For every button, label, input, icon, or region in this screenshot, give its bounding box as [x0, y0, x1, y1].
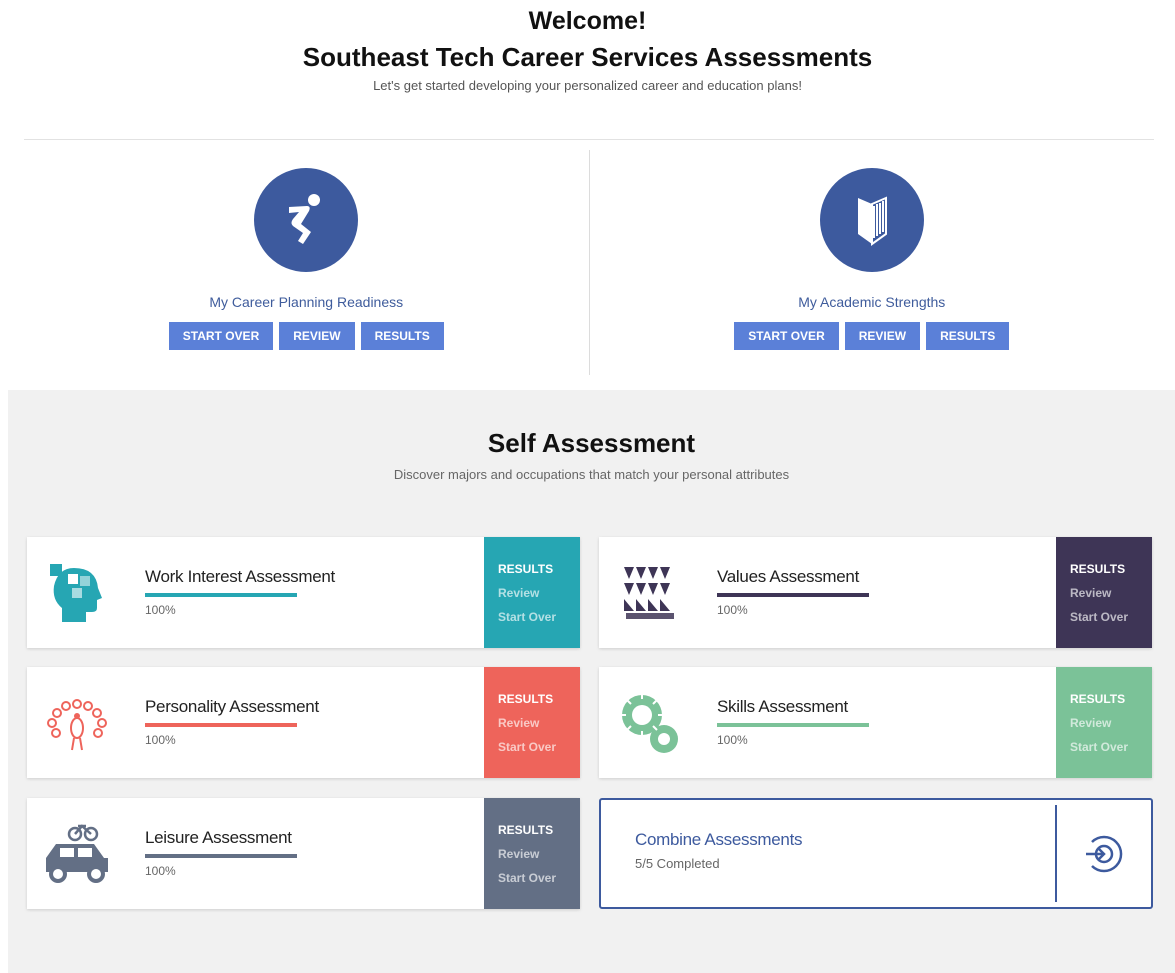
results-link[interactable]: RESULTS	[1070, 687, 1152, 711]
academic-strengths-card: My Academic Strengths START OVER REVIEW …	[588, 150, 1155, 375]
combine-status: 5/5 Completed	[635, 856, 720, 871]
page-subtitle: Let's get started developing your person…	[373, 78, 802, 93]
start-over-link[interactable]: Start Over	[498, 866, 580, 890]
start-over-button[interactable]: START OVER	[168, 322, 274, 350]
progress-fill	[145, 723, 297, 727]
card-title[interactable]: Values Assessment	[717, 567, 1056, 587]
career-readiness-card: My Career Planning Readiness START OVER …	[24, 150, 589, 375]
progress-bar	[717, 723, 869, 727]
progress-fill	[717, 723, 869, 727]
review-link[interactable]: Review	[1070, 581, 1152, 605]
career-readiness-actions: START OVER REVIEW RESULTS	[24, 322, 589, 350]
progress-fill	[145, 854, 297, 858]
results-link[interactable]: RESULTS	[1070, 557, 1152, 581]
self-assessment-subtitle: Discover majors and occupations that mat…	[393, 467, 790, 482]
values-card: Values Assessment 100% RESULTS Review St…	[599, 537, 1152, 648]
start-over-link[interactable]: Start Over	[1070, 605, 1152, 629]
results-button[interactable]: RESULTS	[926, 322, 1010, 350]
progress-bar	[717, 593, 869, 597]
start-over-link[interactable]: Start Over	[498, 735, 580, 759]
personality-card: Personality Assessment 100% RESULTS Revi…	[27, 667, 580, 778]
progress-bar	[145, 593, 297, 597]
leisure-card: Leisure Assessment 100% RESULTS Review S…	[27, 798, 580, 909]
car-bike-icon	[27, 798, 127, 909]
welcome-heading: Welcome!	[528, 7, 647, 35]
progress-percent: 100%	[145, 603, 176, 617]
start-over-link[interactable]: Start Over	[498, 605, 580, 629]
start-over-link[interactable]: Start Over	[1070, 735, 1152, 759]
start-over-button[interactable]: START OVER	[734, 322, 839, 350]
card-actions: RESULTS Review Start Over	[484, 798, 580, 909]
gears-icon	[599, 667, 699, 778]
results-link[interactable]: RESULTS	[498, 687, 580, 711]
puzzle-head-icon	[27, 537, 127, 648]
combine-title[interactable]: Combine Assessments	[635, 830, 1055, 850]
page-title: Southeast Tech Career Services Assessmen…	[302, 42, 873, 72]
combine-assessments-card[interactable]: Combine Assessments 5/5 Completed	[599, 798, 1153, 909]
card-actions: RESULTS Review Start Over	[1056, 667, 1152, 778]
card-title[interactable]: Work Interest Assessment	[145, 567, 484, 587]
enter-circle-icon[interactable]	[1057, 800, 1151, 907]
work-interest-card: Work Interest Assessment 100% RESULTS Re…	[27, 537, 580, 648]
progress-fill	[145, 593, 297, 597]
card-actions: RESULTS Review Start Over	[484, 537, 580, 648]
review-link[interactable]: Review	[1070, 711, 1152, 735]
academic-strengths-title[interactable]: My Academic Strengths	[590, 294, 1155, 310]
results-button[interactable]: RESULTS	[360, 322, 444, 350]
header-divider	[24, 139, 1154, 140]
card-title[interactable]: Leisure Assessment	[145, 828, 484, 848]
progress-bar	[145, 723, 297, 727]
review-link[interactable]: Review	[498, 711, 580, 735]
self-assessment-title: Self Assessment	[487, 428, 696, 458]
page-header: Welcome! Southeast Tech Career Services …	[0, 0, 1175, 140]
running-figure-icon[interactable]	[254, 168, 359, 272]
card-actions: RESULTS Review Start Over	[484, 667, 580, 778]
results-link[interactable]: RESULTS	[498, 557, 580, 581]
career-readiness-title[interactable]: My Career Planning Readiness	[24, 294, 589, 310]
progress-percent: 100%	[145, 864, 176, 878]
book-icon[interactable]	[819, 168, 924, 272]
review-button[interactable]: REVIEW	[279, 322, 355, 350]
card-title[interactable]: Personality Assessment	[145, 697, 484, 717]
review-link[interactable]: Review	[498, 842, 580, 866]
progress-bar	[145, 854, 297, 858]
academic-strengths-actions: START OVER REVIEW RESULTS	[590, 322, 1155, 350]
results-link[interactable]: RESULTS	[498, 818, 580, 842]
self-assessment-section: Self Assessment Discover majors and occu…	[8, 390, 1175, 973]
progress-percent: 100%	[145, 733, 176, 747]
review-link[interactable]: Review	[498, 581, 580, 605]
progress-percent: 100%	[717, 733, 748, 747]
peacock-icon	[27, 667, 127, 778]
skills-card: Skills Assessment 100% RESULTS Review St…	[599, 667, 1152, 778]
triangles-pattern-icon	[599, 537, 699, 648]
review-button[interactable]: REVIEW	[844, 322, 921, 350]
progress-percent: 100%	[717, 603, 748, 617]
progress-fill	[717, 593, 869, 597]
card-actions: RESULTS Review Start Over	[1056, 537, 1152, 648]
card-title[interactable]: Skills Assessment	[717, 697, 1056, 717]
top-assessments: My Career Planning Readiness START OVER …	[24, 150, 1154, 375]
